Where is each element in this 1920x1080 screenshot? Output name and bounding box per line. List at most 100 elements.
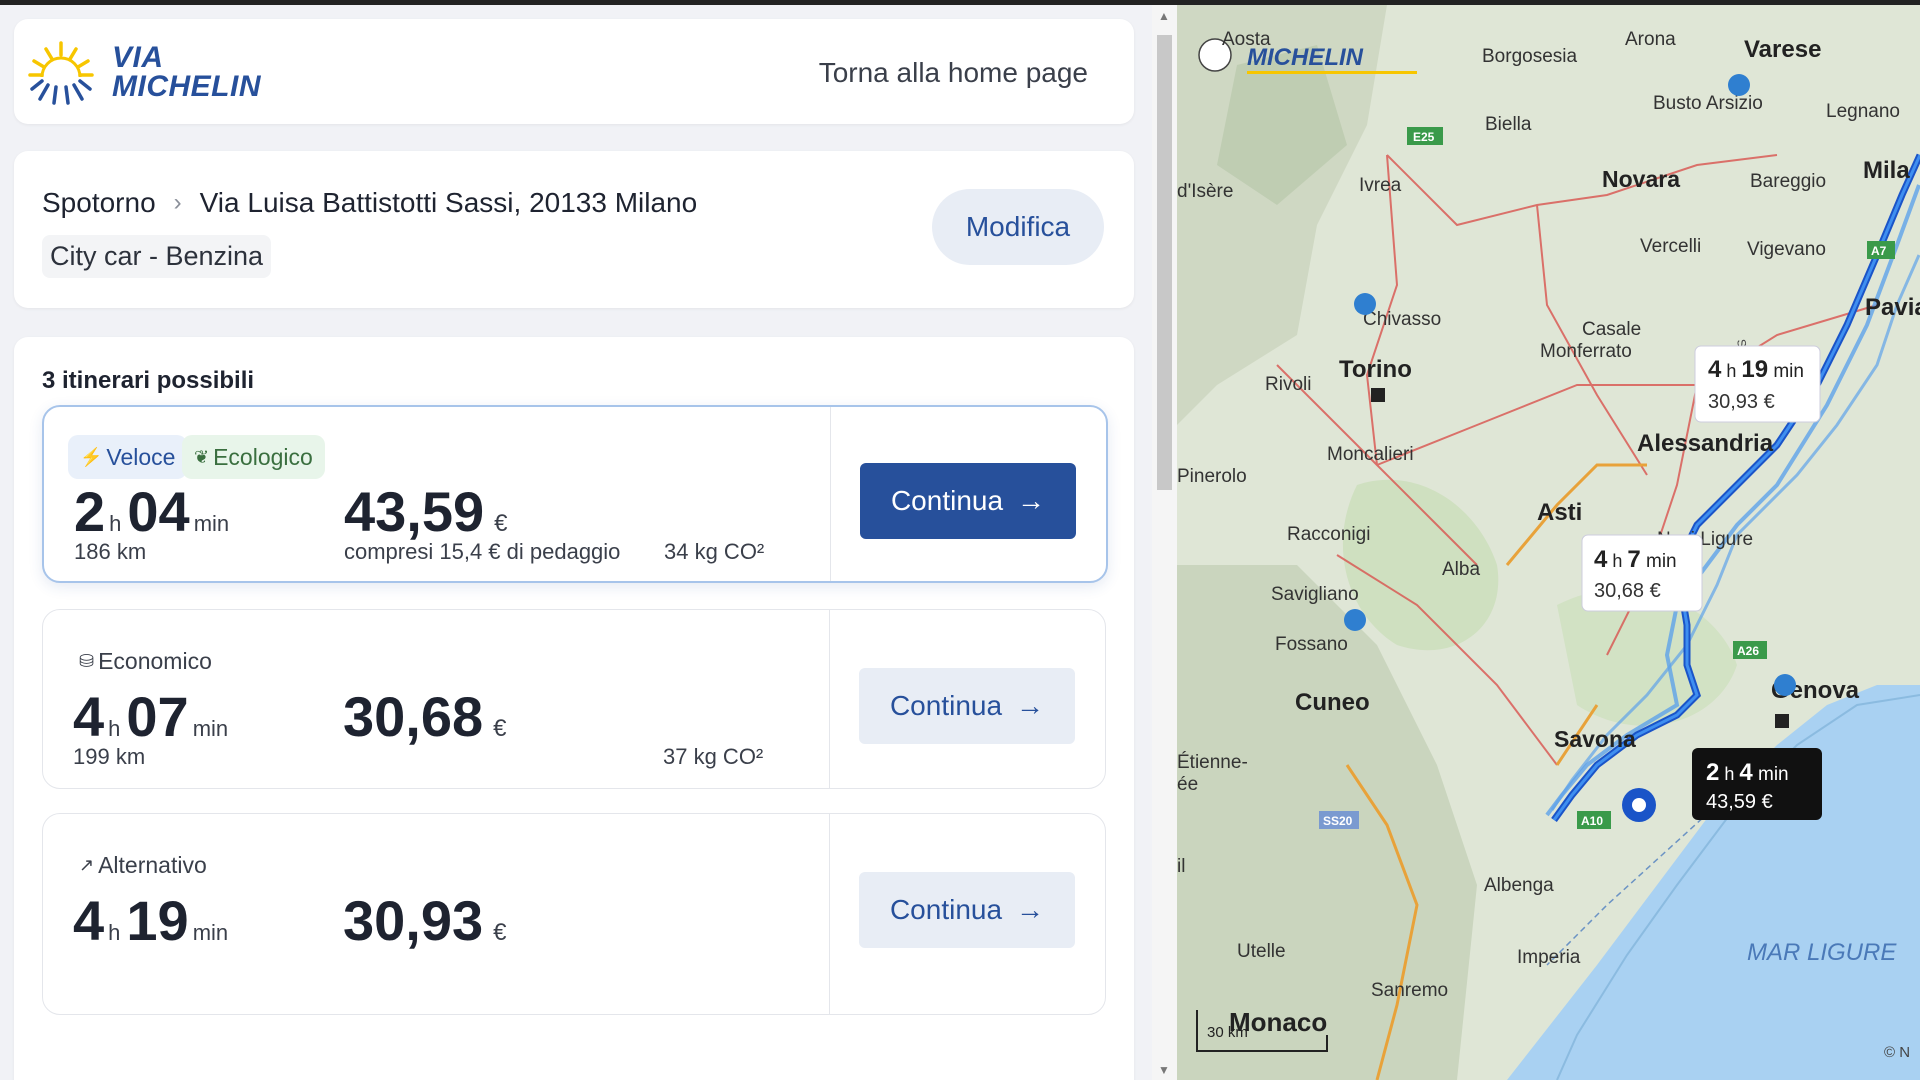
- route-map[interactable]: MICHELIN E25 A7 A26 A10 SS20 SP2 Aosta B…: [1177, 5, 1920, 1080]
- city-label: Chivasso: [1363, 309, 1441, 330]
- city-label: Savigliano: [1271, 584, 1359, 605]
- cost: 43,59 €: [344, 480, 508, 543]
- road-ss20: SS20: [1323, 814, 1353, 828]
- city-label: Albenga: [1484, 875, 1554, 896]
- card-divider: [830, 407, 831, 581]
- city-label: Sanremo: [1371, 980, 1448, 1001]
- home-page-link[interactable]: Torna alla home page: [819, 57, 1088, 89]
- leaf-icon: ❦: [194, 446, 210, 467]
- city-label: Ivrea: [1359, 175, 1402, 196]
- city-label: Alba: [1442, 559, 1480, 580]
- city-label: Asti: [1537, 499, 1582, 526]
- distance: 199 km: [73, 744, 146, 769]
- fast-icon: ⚡: [80, 446, 103, 467]
- michelin-logo[interactable]: VIA MICHELIN: [28, 41, 318, 105]
- sea-label: MAR LIGURE: [1747, 939, 1897, 966]
- road-a7: A7: [1871, 244, 1887, 258]
- city-label: Casale: [1582, 319, 1641, 340]
- svg-text:30 km: 30 km: [1207, 1024, 1248, 1041]
- logo-text-michelin: MICHELIN: [112, 70, 261, 103]
- city-label: Novara: [1602, 166, 1680, 192]
- continue-button[interactable]: Continua →: [860, 463, 1076, 539]
- city-label: Varese: [1744, 36, 1821, 63]
- co2-value: 37 kg CO²: [663, 744, 764, 769]
- road-a10: A10: [1581, 814, 1603, 828]
- start-pin-icon[interactable]: [1622, 788, 1656, 822]
- city-label: Monferrato: [1540, 341, 1632, 362]
- city-label: Arona: [1625, 29, 1676, 50]
- itinerary-card-fast[interactable]: ⚡ Veloce ❦ Ecologico 2 h 04 min 186 km 43,5…: [42, 405, 1108, 583]
- city-label: Racconigi: [1287, 524, 1370, 545]
- city-label: il: [1177, 856, 1185, 877]
- arrow-right-icon: →: [1016, 894, 1045, 925]
- city-label: Torino: [1339, 356, 1412, 383]
- scrollbar[interactable]: ▲ ▼: [1152, 5, 1177, 1080]
- city-label: Bareggio: [1750, 171, 1826, 192]
- city-label: Borgosesia: [1482, 46, 1577, 67]
- svg-text:43,59 €: 43,59 €: [1706, 791, 1773, 813]
- continue-button[interactable]: Continua →: [859, 872, 1075, 948]
- duration: 2 h 04 min: [74, 480, 230, 543]
- scrollbar-thumb[interactable]: [1157, 35, 1172, 490]
- piggy-bank-icon: ⛁: [79, 651, 95, 671]
- chevron-right-icon: ›: [173, 189, 182, 216]
- distance: 186 km: [74, 539, 147, 564]
- city-label: Legnano: [1826, 101, 1900, 122]
- modify-button[interactable]: Modifica: [932, 189, 1104, 265]
- fork-icon: ↗: [79, 855, 95, 875]
- scroll-down-icon[interactable]: ▼: [1158, 1063, 1170, 1077]
- city-label: Moncalieri: [1327, 444, 1414, 465]
- city-label: Busto Arsizio: [1653, 93, 1763, 114]
- site-header: VIA MICHELIN Torna alla home page: [14, 19, 1134, 124]
- route-callout-alternative[interactable]: 4 h 19 min 30,93 €: [1694, 345, 1821, 423]
- itineraries-list: 3 itinerari possibili ⚡ Veloce ❦ Ecologi…: [14, 337, 1134, 1080]
- city-label: Fossano: [1275, 634, 1348, 655]
- route-summary-card: Spotorno › Via Luisa Battistotti Sassi, …: [14, 151, 1134, 308]
- svg-text:2 h 4 min: 2 h 4 min: [1706, 759, 1789, 786]
- city-label: Vigevano: [1747, 239, 1826, 260]
- vehicle-chip: City car - Benzina: [42, 235, 272, 278]
- arrow-right-icon: →: [1016, 690, 1045, 721]
- origin-label: Spotorno: [42, 187, 156, 218]
- card-divider: [829, 814, 830, 1014]
- cost: 30,68 €: [343, 685, 507, 748]
- road-e25: E25: [1413, 130, 1435, 144]
- scroll-up-icon[interactable]: ▲: [1158, 9, 1170, 23]
- city-marker-icon: [1775, 714, 1789, 728]
- city-label: Alessandria: [1637, 430, 1774, 457]
- toll-note: compresi 15,4 € di pedaggio: [344, 539, 621, 564]
- continue-button[interactable]: Continua →: [859, 668, 1075, 744]
- duration: 4 h 19 min: [73, 889, 229, 952]
- sun-icon: [28, 41, 94, 105]
- city-label: Aosta: [1222, 29, 1271, 50]
- itinerary-card-economic[interactable]: ⛁ Economico 4 h 07 min 199 km 30,68 € 37 kg …: [42, 609, 1106, 789]
- badge-veloce: ⚡ Veloce: [68, 435, 188, 479]
- city-label: Pavia: [1865, 294, 1920, 321]
- destination-label: Via Luisa Battistotti Sassi, 20133 Milan…: [199, 187, 698, 218]
- city-label: Biella: [1485, 114, 1532, 135]
- route-callout-economic[interactable]: 4 h 7 min 30,68 €: [1581, 534, 1703, 612]
- city-label: Cuneo: [1295, 689, 1370, 716]
- itineraries-title: 3 itinerari possibili: [42, 367, 255, 394]
- route-callout-fast[interactable]: 2 h 4 min 43,59 €: [1692, 748, 1822, 820]
- city-label: Pinerolo: [1177, 466, 1247, 487]
- svg-text:4 h 7 min: 4 h 7 min: [1594, 546, 1677, 573]
- city-label: d'Isère: [1177, 181, 1233, 202]
- svg-text:4 h 19 min: 4 h 19 min: [1708, 356, 1804, 383]
- city-label: Rivoli: [1265, 374, 1311, 395]
- itinerary-card-alternative[interactable]: ↗ Alternativo 4 h 19 min 30,93 € Continua →: [42, 813, 1106, 1015]
- city-marker-icon: [1371, 388, 1385, 402]
- arrow-right-icon: →: [1017, 485, 1046, 516]
- city-label: Étienne-: [1177, 752, 1248, 773]
- logo-text-via: VIA: [112, 41, 164, 74]
- left-panel: VIA MICHELIN Torna alla home page Spotor…: [0, 5, 1152, 1080]
- badge-economico: ⛁ Economico: [79, 648, 212, 674]
- city-label: Savona: [1554, 726, 1636, 752]
- city-label: Mila: [1863, 157, 1910, 184]
- badge-ecologico: ❦ Ecologico: [182, 435, 325, 479]
- card-divider: [829, 610, 830, 788]
- map-copyright: © N: [1884, 1044, 1910, 1061]
- city-label: Imperia: [1517, 947, 1581, 968]
- badge-alternativo: ↗ Alternativo: [79, 852, 207, 878]
- svg-text:30,68 €: 30,68 €: [1594, 580, 1661, 602]
